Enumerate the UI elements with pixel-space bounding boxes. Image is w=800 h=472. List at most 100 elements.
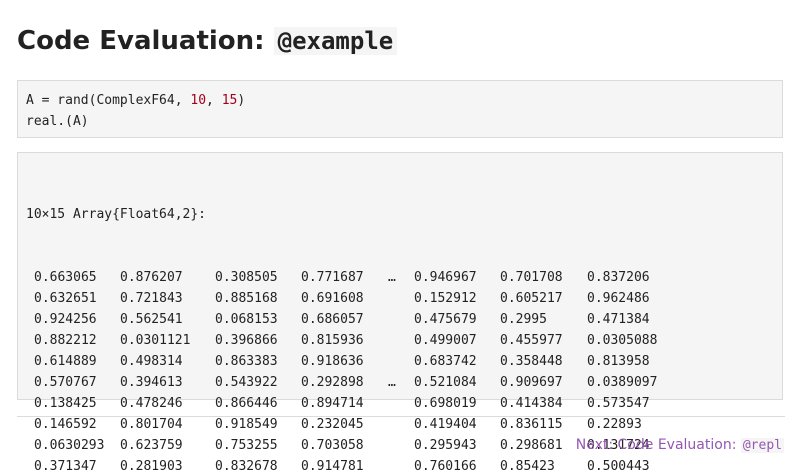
matrix-cell: 0.152912 [414,291,477,306]
matrix-cell: 0.686057 [301,312,364,327]
matrix-cell: 0.498314 [120,354,183,369]
matrix-cell: 0.614889 [34,354,97,369]
matrix-cell: 0.832678 [215,459,278,472]
matrix-cell: 0.455977 [500,333,563,348]
matrix-cell: 0.22893 [587,417,642,432]
matrix-cell: 0.85423 [500,459,555,472]
matrix-ellipsis [388,435,414,456]
matrix-row: 0.882212 0.0301121 0.396866 0.815936 0.49900… [26,330,774,351]
matrix-cell: 0.543922 [215,375,278,390]
page-title-text: Code Evaluation: [17,26,274,56]
matrix-cell: 0.570767 [34,375,97,390]
matrix-cell: 0.703058 [301,438,364,453]
matrix-cell: 0.885168 [215,291,278,306]
matrix-cell: 0.683742 [414,354,477,369]
matrix-cell: 0.813958 [587,354,650,369]
output-header: 10×15 Array{Float64,2}: [26,207,207,222]
matrix-cell: 0.499007 [414,333,477,348]
matrix-row: 0.663065 0.876207 0.308505 0.771687 … 0.94696… [26,267,774,288]
matrix-cell: 0.138425 [34,396,97,411]
page-title: Code Evaluation: @example [17,20,398,62]
matrix-ellipsis [388,456,414,472]
matrix-ellipsis [388,393,414,414]
matrix-cell: 0.882212 [34,333,97,348]
matrix-cell: 0.909697 [500,375,563,390]
matrix-cell: 0.396866 [215,333,278,348]
matrix-cell: 0.419404 [414,417,477,432]
matrix-row: 0.570767 0.394613 0.543922 0.292898 … 0.52108… [26,372,774,393]
matrix-cell: 0.691608 [301,291,364,306]
matrix-cell: 0.663065 [34,270,97,285]
matrix-cell: 0.371347 [34,459,97,472]
matrix-cell: 0.914781 [301,459,364,472]
matrix-cell: 0.2995 [500,312,547,327]
matrix-cell: 0.414384 [500,396,563,411]
matrix-cell: 0.946967 [414,270,477,285]
next-page-link[interactable]: Next: Code Evaluation: @repl [576,434,784,457]
matrix-cell: 0.863383 [215,354,278,369]
matrix-cell: 0.0389097 [587,375,658,390]
matrix-cell: 0.0305088 [587,333,658,348]
matrix-cell: 0.632651 [34,291,97,306]
matrix-cell: 0.918636 [301,354,364,369]
matrix-cell: 0.801704 [120,417,183,432]
matrix-cell: 0.605217 [500,291,563,306]
matrix-cell: 0.701708 [500,270,563,285]
matrix-cell: 0.358448 [500,354,563,369]
matrix-cell: 0.562541 [120,312,183,327]
matrix-cell: 0.894714 [301,396,364,411]
footer-divider [17,416,785,417]
matrix-cell: 0.837206 [587,270,650,285]
matrix-cell: 0.721843 [120,291,183,306]
input-code-token: , [206,93,222,108]
matrix-cell: 0.836115 [500,417,563,432]
matrix-row: 0.614889 0.498314 0.863383 0.918636 0.683742… [26,351,774,372]
matrix-cell: 0.815936 [301,333,364,348]
input-code-block: A = rand(ComplexF64, 10, 15) real.(A) [17,80,783,138]
matrix-row: 0.632651 0.721843 0.885168 0.691608 0.152912… [26,288,774,309]
matrix-cell: 0.924256 [34,312,97,327]
matrix-cell: 0.573547 [587,396,650,411]
matrix-row: 0.371347 0.281903 0.832678 0.914781 0.760166… [26,456,774,472]
matrix-cell: 0.760166 [414,459,477,472]
matrix-ellipsis [388,309,414,330]
matrix-cell: 0.962486 [587,291,650,306]
matrix-cell: 0.475679 [414,312,477,327]
matrix-row: 0.146592 0.801704 0.918549 0.232045 0.419404… [26,414,774,435]
matrix-cell: 0.698019 [414,396,477,411]
matrix-cell: 0.0630293 [34,438,105,453]
matrix-cell: 0.521084 [414,375,477,390]
matrix-cell: 0.0301121 [120,333,191,348]
input-code-token: A = rand(ComplexF64, [26,93,191,108]
matrix-ellipsis: … [388,375,396,390]
matrix-cell: 0.771687 [301,270,364,285]
matrix-ellipsis [388,330,414,351]
page-title-code: @example [273,27,398,55]
matrix-cell: 0.623759 [120,438,183,453]
matrix-row: 0.924256 0.562541 0.068153 0.686057 0.475679… [26,309,774,330]
matrix-ellipsis [388,351,414,372]
matrix-cell: 0.146592 [34,417,97,432]
input-code-line-2: real.(A) [26,114,89,129]
matrix-cell: 0.876207 [120,270,183,285]
matrix-cell: 0.298681 [500,438,563,453]
input-code-number: 15 [221,93,238,108]
next-page-link-text: Next: Code Evaluation: [575,437,741,453]
matrix-cell: 0.394613 [120,375,183,390]
matrix-cell: 0.753255 [215,438,278,453]
matrix-cell: 0.478246 [120,396,183,411]
matrix-ellipsis [388,414,414,435]
matrix-cell: 0.500443 [587,459,650,472]
matrix-cell: 0.471384 [587,312,650,327]
matrix-cell: 0.292898 [301,375,364,390]
input-code-line-1: A = rand(ComplexF64, 10, 15) [26,90,774,111]
matrix-cell: 0.866446 [215,396,278,411]
matrix-cell: 0.232045 [301,417,364,432]
next-page-link-code: @repl [740,438,784,453]
output-code-block: 10×15 Array{Float64,2}: 0.663065 0.876207… [17,152,783,472]
matrix-cell: 0.281903 [120,459,183,472]
matrix-ellipsis: … [388,270,396,285]
matrix-row: 0.138425 0.478246 0.866446 0.894714 0.698019… [26,393,774,414]
matrix-cell: 0.068153 [215,312,278,327]
input-code-token: ) [237,93,246,108]
